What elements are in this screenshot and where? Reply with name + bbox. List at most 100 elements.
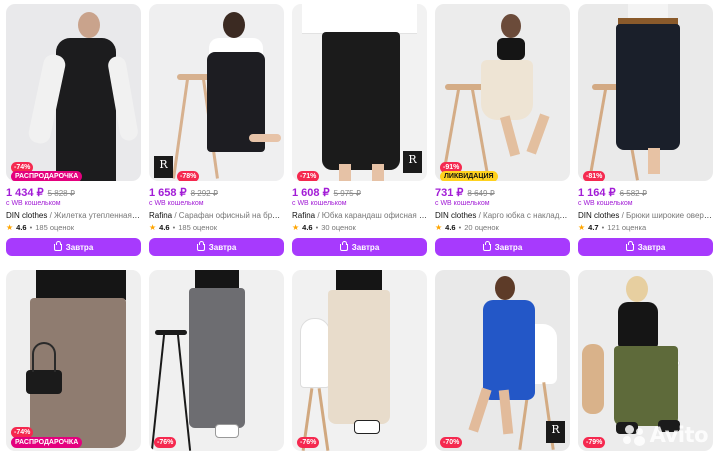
model-head [501,14,521,38]
product-card[interactable]: -74% РАСПРОДАРОЧКА 1 434 ₽ 5 828 ₽ с WB … [6,4,141,256]
product-card[interactable]: -76% [149,270,284,451]
old-price: 8 649 ₽ [467,189,495,198]
product-photo[interactable]: R -78% [149,4,284,181]
price: 1 658 ₽ [149,187,187,199]
model-top [618,302,658,348]
promo-badge: РАСПРОДАРОЧКА [11,437,83,448]
model-dress [483,300,535,400]
wallet-note: с WB кошельком [435,200,490,207]
brand-r-logo: R [154,156,173,178]
rating: ★ 4.6 • 185 оценок [149,223,284,232]
review-count: 121 оценка [607,223,647,232]
product-title[interactable]: Rafina / Сарафан офисный на бретел... [149,211,284,220]
model-head [495,276,515,300]
old-price: 5 828 ₽ [47,189,75,198]
discount-badge: -76% [154,437,177,448]
rating-score: 4.6 [16,223,27,232]
model-foot [648,148,660,174]
model-shirt [302,4,417,34]
chair-back [300,318,330,388]
model-top [36,270,126,300]
review-count: 185 оценок [178,223,217,232]
wallet-note: с WB кошельком [578,200,633,207]
rating-score: 4.6 [302,223,313,232]
cart-icon [53,240,62,251]
product-photo[interactable]: -74% РАСПРОДАРОЧКА [6,270,141,451]
review-count: 20 оценок [464,223,499,232]
model-skirt [481,60,533,120]
product-title[interactable]: DIN clothes / Жилетка утепленная бе... [6,211,141,220]
brand-name: DIN clothes [435,211,477,220]
rating-score: 4.6 [445,223,456,232]
model-leg [499,115,521,157]
product-name: / Карго юбка с накладны... [476,211,570,220]
product-photo[interactable]: -76% [149,270,284,451]
review-count: 30 оценок [321,223,356,232]
model-leg [372,164,384,181]
product-card[interactable]: -81% 1 164 ₽ 6 582 ₽ с WB кошельком DIN … [578,4,713,256]
product-photo[interactable]: -74% РАСПРОДАРОЧКА [6,4,141,181]
old-price: 6 582 ₽ [619,189,647,198]
rating-separator: • [172,223,176,232]
model-head [626,276,648,302]
model-leg [526,113,550,155]
product-card[interactable]: R -70% [435,270,570,451]
avito-logo-icon [622,424,647,446]
product-card[interactable]: R -71% 1 608 ₽ 5 975 ₽ с WB кошельком Ra… [292,4,427,256]
model-top [195,270,239,290]
rating: ★ 4.6 • 185 оценок [6,223,141,232]
price: 1 164 ₽ [578,187,616,199]
stool-leg [150,334,166,451]
product-card[interactable]: R -78% 1 658 ₽ 8 292 ₽ с WB кошельком Ra… [149,4,284,256]
wallet-note: с WB кошельком [292,200,347,207]
product-grid: -74% РАСПРОДАРОЧКА 1 434 ₽ 5 828 ₽ с WB … [6,4,713,451]
discount-badge: -71% [297,171,320,181]
model-sneaker [215,424,239,438]
delivery-label: Завтра [208,242,237,252]
rating: ★ 4.6 • 20 оценок [435,223,570,232]
rating-score: 4.7 [588,223,599,232]
product-photo[interactable]: R -70% [435,270,570,451]
product-photo[interactable]: -81% [578,4,713,181]
rating-separator: • [315,223,319,232]
avito-watermark-text: Avito [649,423,709,447]
product-card[interactable]: -76% [292,270,427,451]
product-name: / Юбка карандаш офисная с ра... [317,211,427,220]
brand-name: Rafina [292,211,316,220]
add-to-cart-button[interactable]: Завтра [6,238,141,256]
chair-leg [172,79,189,179]
cart-icon [339,240,348,251]
model-top [336,270,382,292]
model-trousers [616,24,680,150]
price: 1 434 ₽ [6,187,44,199]
old-price: 5 975 ₽ [333,189,361,198]
model-trousers [328,290,390,424]
model-head [78,12,100,38]
model-vest [56,38,116,181]
add-to-cart-button[interactable]: Завтра [578,238,713,256]
add-to-cart-button[interactable]: Завтра [292,238,427,256]
add-to-cart-button[interactable]: Завтра [435,238,570,256]
star-icon: ★ [435,223,443,232]
product-photo[interactable]: R -71% [292,4,427,181]
discount-badge: -70% [440,437,463,448]
product-title[interactable]: DIN clothes / Брюки широкие оверса... [578,211,713,220]
avito-watermark: Avito [622,423,709,447]
brand-name: DIN clothes [578,211,620,220]
product-photo[interactable]: -76% [292,270,427,451]
product-title[interactable]: Rafina / Юбка карандаш офисная с ра... [292,211,427,220]
add-to-cart-button[interactable]: Завтра [149,238,284,256]
product-name: / Брюки широкие оверса... [619,211,713,220]
product-title[interactable]: DIN clothes / Карго юбка с накладны... [435,211,570,220]
delivery-label: Завтра [637,242,666,252]
promo-badge: ЛИКВИДАЦИЯ [440,171,498,181]
discount-badge: -76% [297,437,320,448]
wallet-note: с WB кошельком [149,200,204,207]
product-card[interactable]: -74% РАСПРОДАРОЧКА [6,270,141,451]
model-top [497,38,525,60]
model-legs [249,134,281,142]
delivery-label: Завтра [65,242,94,252]
product-card[interactable]: -91% ЛИКВИДАЦИЯ 731 ₽ 8 649 ₽ с WB кошел… [435,4,570,256]
rating-separator: • [458,223,462,232]
product-photo[interactable]: -91% ЛИКВИДАЦИЯ [435,4,570,181]
